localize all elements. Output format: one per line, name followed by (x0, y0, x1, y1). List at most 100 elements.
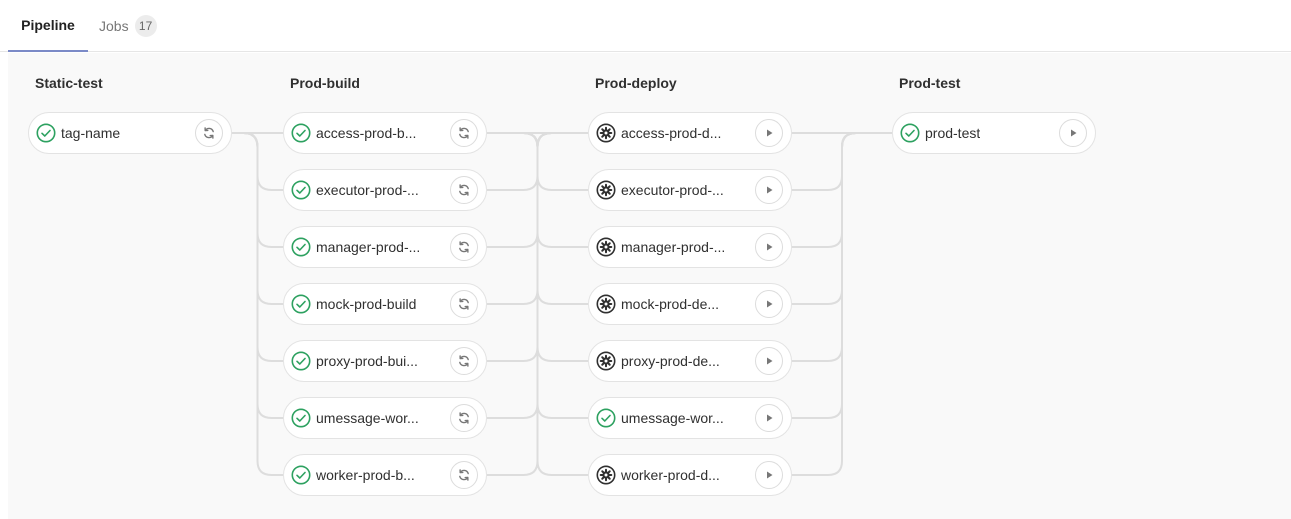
play-icon (763, 184, 775, 196)
job-prod-deploy-1[interactable]: access-prod-d... (588, 112, 792, 154)
status-success-icon (596, 408, 616, 428)
connector-line (487, 132, 552, 419)
job-name: executor-prod-... (316, 182, 419, 198)
job-prod-build-7[interactable]: worker-prod-b... (283, 454, 487, 496)
job-prod-deploy-6[interactable]: umessage-wor... (588, 397, 792, 439)
retry-icon (457, 126, 471, 140)
status-success-icon (291, 408, 311, 428)
job-name: access-prod-d... (621, 125, 722, 141)
pipeline-tabs: Pipeline Jobs 17 (0, 0, 1291, 52)
connector-line (243, 132, 283, 419)
retry-icon (457, 183, 471, 197)
job-prod-deploy-4[interactable]: mock-prod-de... (588, 283, 792, 325)
play-job-button[interactable] (755, 233, 783, 261)
play-icon (763, 241, 775, 253)
play-job-button[interactable] (755, 347, 783, 375)
stage-title-prod-build: Prod-build (290, 75, 360, 91)
job-static-test-1[interactable]: tag-name (28, 112, 232, 154)
play-icon (1067, 127, 1079, 139)
status-manual-icon (596, 351, 616, 371)
play-icon (763, 298, 775, 310)
retry-job-button[interactable] (450, 233, 478, 261)
play-icon (763, 469, 775, 481)
job-prod-test-1[interactable]: prod-test (892, 112, 1096, 154)
job-prod-build-6[interactable]: umessage-wor... (283, 397, 487, 439)
tab-jobs-label: Jobs (99, 18, 129, 34)
job-name: worker-prod-d... (621, 467, 720, 483)
job-prod-deploy-7[interactable]: worker-prod-d... (588, 454, 792, 496)
job-name: umessage-wor... (316, 410, 419, 426)
job-prod-build-3[interactable]: manager-prod-... (283, 226, 487, 268)
connector-line (792, 132, 857, 419)
job-name: mock-prod-de... (621, 296, 720, 312)
status-success-icon (900, 123, 920, 143)
play-job-button[interactable] (1059, 119, 1087, 147)
connector-line (523, 132, 588, 191)
job-prod-build-2[interactable]: executor-prod-... (283, 169, 487, 211)
connector-line (243, 132, 283, 305)
job-name: umessage-wor... (621, 410, 724, 426)
retry-icon (457, 297, 471, 311)
job-prod-build-4[interactable]: mock-prod-build (283, 283, 487, 325)
play-icon (763, 355, 775, 367)
play-job-button[interactable] (755, 119, 783, 147)
job-prod-build-5[interactable]: proxy-prod-bui... (283, 340, 487, 382)
jobs-count-badge: 17 (134, 15, 157, 37)
retry-job-button[interactable] (450, 176, 478, 204)
job-name: prod-test (925, 125, 981, 141)
connector-line (792, 132, 857, 191)
play-job-button[interactable] (755, 404, 783, 432)
status-manual-icon (596, 465, 616, 485)
connector-line (487, 132, 552, 305)
tab-jobs[interactable]: Jobs 17 (99, 0, 157, 52)
job-name: manager-prod-... (621, 239, 726, 255)
retry-icon (202, 126, 216, 140)
retry-icon (457, 411, 471, 425)
job-prod-deploy-2[interactable]: executor-prod-... (588, 169, 792, 211)
status-manual-icon (596, 180, 616, 200)
job-name: executor-prod-... (621, 182, 724, 198)
job-prod-deploy-3[interactable]: manager-prod-... (588, 226, 792, 268)
stage-title-prod-deploy: Prod-deploy (595, 75, 677, 91)
status-success-icon (291, 294, 311, 314)
retry-job-button[interactable] (450, 404, 478, 432)
play-job-button[interactable] (755, 176, 783, 204)
job-name: manager-prod-... (316, 239, 421, 255)
status-success-icon (291, 351, 311, 371)
retry-icon (457, 354, 471, 368)
status-success-icon (291, 123, 311, 143)
retry-icon (457, 468, 471, 482)
job-name: proxy-prod-bui... (316, 353, 418, 369)
stage-title-prod-test: Prod-test (899, 75, 961, 91)
connector-line (487, 132, 552, 191)
connector-line (792, 132, 857, 305)
status-success-icon (291, 465, 311, 485)
retry-job-button[interactable] (450, 461, 478, 489)
job-prod-deploy-5[interactable]: proxy-prod-de... (588, 340, 792, 382)
connector-line (523, 132, 588, 305)
play-job-button[interactable] (755, 461, 783, 489)
retry-icon (457, 240, 471, 254)
retry-job-button[interactable] (450, 290, 478, 318)
connector-line (523, 132, 588, 419)
tab-pipeline[interactable]: Pipeline (8, 0, 88, 52)
job-name: proxy-prod-de... (621, 353, 720, 369)
retry-job-button[interactable] (195, 119, 223, 147)
play-icon (763, 412, 775, 424)
tab-pipeline-label: Pipeline (21, 17, 75, 33)
status-success-icon (291, 180, 311, 200)
pipeline-graph: Static-test tag-name Prod-build access-prod… (8, 53, 1291, 519)
status-success-icon (36, 123, 56, 143)
job-name: worker-prod-b... (316, 467, 415, 483)
job-prod-build-1[interactable]: access-prod-b... (283, 112, 487, 154)
retry-job-button[interactable] (450, 119, 478, 147)
job-name: access-prod-b... (316, 125, 417, 141)
status-success-icon (291, 237, 311, 257)
job-name: tag-name (61, 125, 121, 141)
connector-line (243, 132, 283, 191)
stage-title-static-test: Static-test (35, 75, 103, 91)
retry-job-button[interactable] (450, 347, 478, 375)
status-manual-icon (596, 237, 616, 257)
play-job-button[interactable] (755, 290, 783, 318)
play-icon (763, 127, 775, 139)
